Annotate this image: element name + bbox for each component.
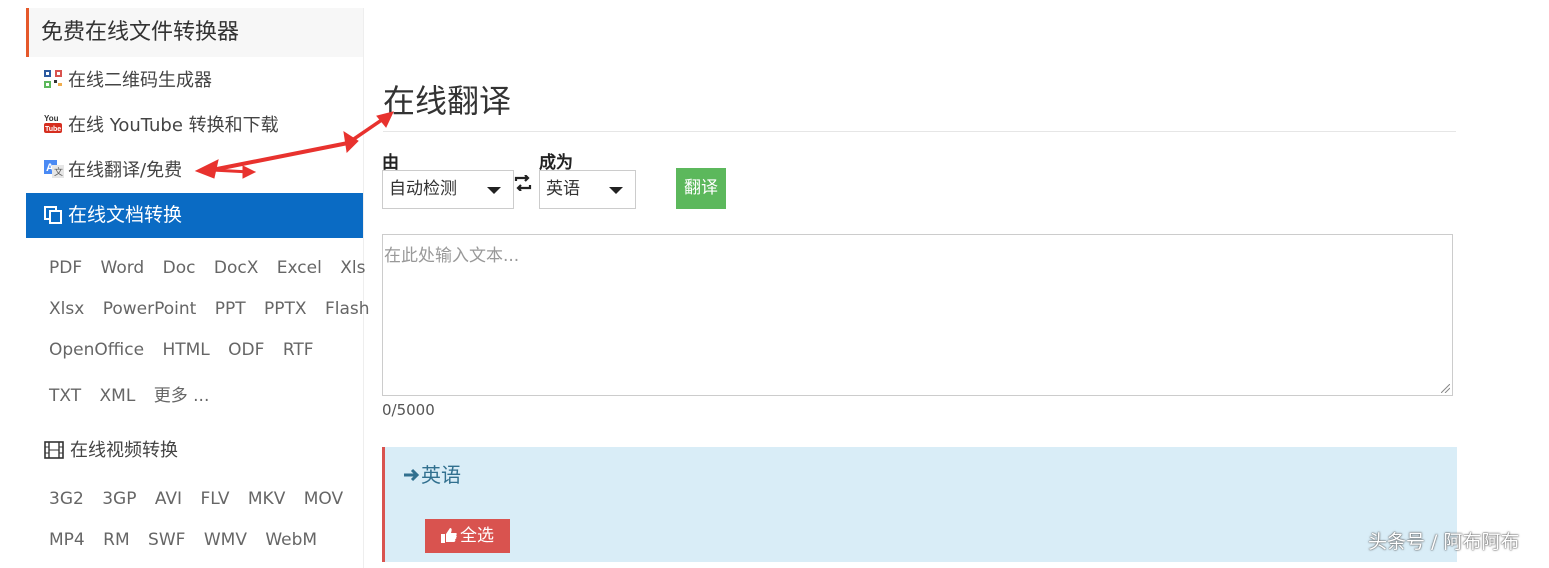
format-link[interactable]: PowerPoint <box>103 299 197 319</box>
input-placeholder: 在此处输入文本... <box>384 246 520 266</box>
svg-text:文: 文 <box>54 166 63 178</box>
sidebar-item-label: 在线翻译/免费 <box>68 160 183 181</box>
swap-languages-icon[interactable] <box>514 174 532 195</box>
format-link[interactable]: HTML <box>162 340 209 360</box>
more-link[interactable]: 更多 ... <box>154 386 210 406</box>
format-link[interactable]: Excel <box>277 258 322 278</box>
format-link[interactable]: OpenOffice <box>49 340 144 360</box>
sidebar-item-label: 在线二维码生成器 <box>68 70 212 91</box>
film-icon <box>44 441 64 464</box>
format-link[interactable]: AVI <box>155 489 182 509</box>
select-all-button[interactable]: 全选 <box>425 519 510 553</box>
thumbs-up-icon <box>441 528 457 543</box>
title-divider <box>383 131 1456 132</box>
doc-format-row: OpenOffice HTML ODF RTF <box>49 340 327 360</box>
target-language-value: 英语 <box>546 179 580 199</box>
format-link[interactable]: Xls <box>340 258 365 278</box>
sidebar-item-doc-convert[interactable]: 在线文档转换 <box>26 193 363 238</box>
format-link[interactable]: 3GP <box>102 489 136 509</box>
source-language-select[interactable]: 自动检测 <box>382 170 514 209</box>
video-format-row: MP4 RM SWF WMV WebM <box>49 530 330 550</box>
format-link[interactable]: MKV <box>248 489 285 509</box>
svg-text:You: You <box>44 114 59 123</box>
format-link[interactable]: Xlsx <box>49 299 84 319</box>
format-link[interactable]: WMV <box>204 530 247 550</box>
sidebar: 免费在线文件转换器 在线二维码生成器 You Tube 在线 YouTube 转… <box>26 8 370 568</box>
format-link[interactable]: TXT <box>49 386 81 406</box>
watermark: 头条号 / 阿布阿布 <box>1368 531 1520 553</box>
translate-icon: A 文 <box>44 159 64 178</box>
format-link[interactable]: Doc <box>163 258 196 278</box>
sidebar-item-translate[interactable]: A 文 在线翻译/免费 <box>44 157 182 185</box>
character-counter: 0/5000 <box>382 401 435 419</box>
sidebar-item-qr-generator[interactable]: 在线二维码生成器 <box>44 67 212 95</box>
result-language-heading: 英语 <box>403 459 461 488</box>
doc-format-row: TXT XML 更多 ... <box>49 381 222 406</box>
format-link[interactable]: PPT <box>215 299 246 319</box>
select-all-label: 全选 <box>460 526 494 546</box>
chevron-down-icon <box>487 187 501 194</box>
format-link[interactable]: Flash <box>325 299 370 319</box>
resize-handle-icon[interactable] <box>1441 384 1450 393</box>
sidebar-section-label: 在线文档转换 <box>68 204 183 226</box>
sidebar-item-youtube[interactable]: You Tube 在线 YouTube 转换和下载 <box>44 112 279 140</box>
youtube-icon: You Tube <box>44 113 62 133</box>
sidebar-item-video-convert[interactable]: 在线视频转换 <box>44 436 178 464</box>
copy-docs-icon <box>44 196 62 241</box>
format-link[interactable]: SWF <box>148 530 185 550</box>
sidebar-section-label: 在线视频转换 <box>70 440 178 461</box>
source-language-value: 自动检测 <box>389 179 457 199</box>
format-link[interactable]: 3G2 <box>49 489 84 509</box>
result-language-label: 英语 <box>421 463 461 487</box>
qr-code-icon <box>44 69 62 88</box>
format-link[interactable]: ODF <box>228 340 264 360</box>
format-link[interactable]: MP4 <box>49 530 85 550</box>
svg-text:Tube: Tube <box>45 126 61 133</box>
format-link[interactable]: DocX <box>214 258 258 278</box>
video-format-row: 3G2 3GP AVI FLV MKV MOV <box>49 489 356 509</box>
source-text-input[interactable]: 在此处输入文本... <box>382 234 1453 396</box>
format-link[interactable]: RM <box>103 530 129 550</box>
doc-format-row: PDF Word Doc DocX Excel Xls <box>49 258 378 278</box>
format-link[interactable]: MOV <box>304 489 343 509</box>
chevron-down-icon <box>609 187 623 194</box>
format-link[interactable]: PPTX <box>264 299 307 319</box>
sidebar-title: 免费在线文件转换器 <box>26 8 363 57</box>
format-link[interactable]: XML <box>100 386 136 406</box>
arrow-right-icon <box>404 468 420 482</box>
format-link[interactable]: RTF <box>283 340 314 360</box>
format-link[interactable]: WebM <box>265 530 317 550</box>
doc-format-row: Xlsx PowerPoint PPT PPTX Flash <box>49 299 383 319</box>
format-link[interactable]: PDF <box>49 258 82 278</box>
format-link[interactable]: FLV <box>200 489 229 509</box>
translation-result-panel: 英语 全选 <box>382 447 1457 562</box>
sidebar-item-label: 在线 YouTube 转换和下载 <box>68 115 279 136</box>
page-title: 在线翻译 <box>383 82 512 120</box>
target-language-select[interactable]: 英语 <box>539 170 636 209</box>
format-link[interactable]: Word <box>101 258 145 278</box>
translate-button[interactable]: 翻译 <box>676 168 726 209</box>
